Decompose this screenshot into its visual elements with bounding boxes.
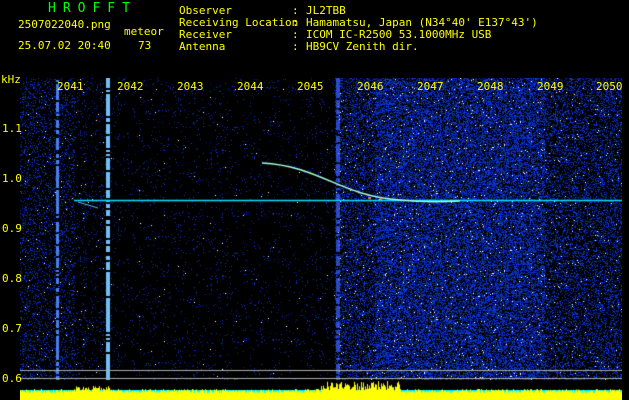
- spectrogram-waterfall[interactable]: [20, 78, 622, 400]
- x-tick-label: 2045: [297, 80, 324, 93]
- y-tick-label: 1.1: [2, 122, 22, 135]
- x-tick-label: 2050: [596, 80, 623, 93]
- x-tick-label: 2043: [177, 80, 204, 93]
- app-logo: HROFFT: [48, 1, 137, 16]
- y-tick-label: 0.6: [2, 372, 22, 385]
- x-tick-label: 2047: [417, 80, 444, 93]
- x-tick-label: 2044: [237, 80, 264, 93]
- antenna-label: Antenna: [179, 40, 226, 53]
- y-tick-label: 1.0: [2, 172, 22, 185]
- y-tick-label: 0.7: [2, 322, 22, 335]
- x-tick-label: 2048: [477, 80, 504, 93]
- x-tick-label: 2046: [357, 80, 384, 93]
- mode-label: meteor: [124, 25, 164, 38]
- y-tick-label: 0.9: [2, 222, 22, 235]
- hrofft-window: HROFFT 2507022040.png meteor 25.07.02 20…: [0, 0, 629, 400]
- x-tick-label: 2049: [537, 80, 564, 93]
- antenna-sep: :: [292, 40, 299, 53]
- x-tick-label: 2042: [117, 80, 144, 93]
- meteor-count: 73: [138, 39, 152, 52]
- datetime-label: 25.07.02 20:40: [18, 39, 111, 52]
- filename-label: 2507022040.png: [18, 18, 111, 31]
- y-tick-label: 0.8: [2, 272, 22, 285]
- x-tick-label: 2041: [57, 80, 84, 93]
- y-axis-unit: kHz: [1, 73, 21, 86]
- antenna-value: HB9CV Zenith dir.: [306, 40, 419, 53]
